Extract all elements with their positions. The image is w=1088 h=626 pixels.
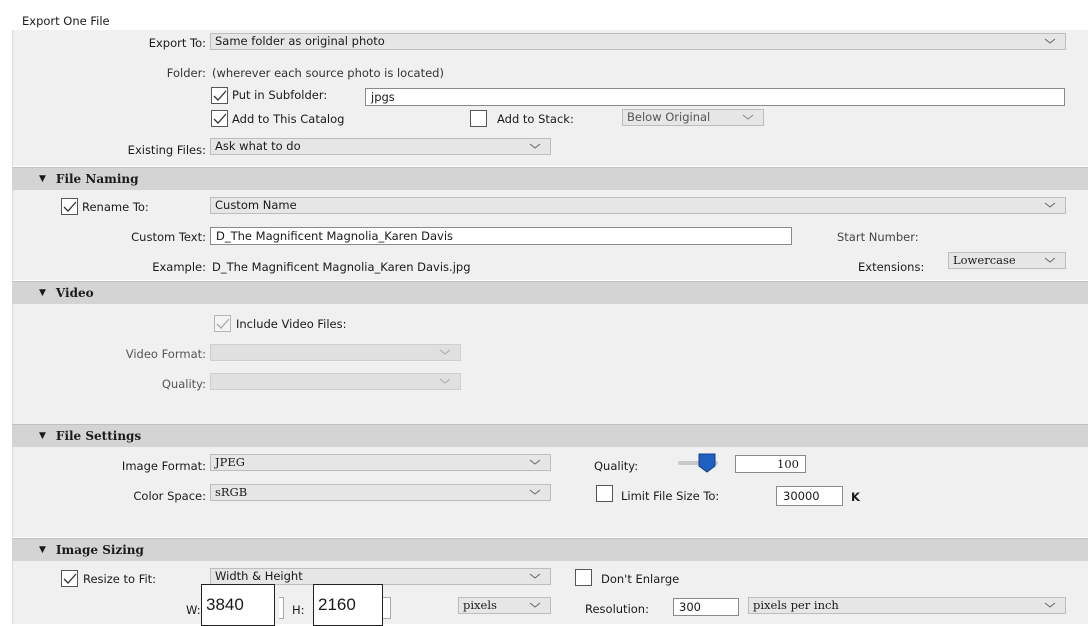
- size-units-value: pixels: [463, 598, 497, 612]
- image-format-value: JPEG: [215, 455, 245, 469]
- dialog-title: Export One File: [22, 14, 110, 28]
- chevron-down-icon: [528, 487, 542, 497]
- folder-path: (wherever each source photo is located): [212, 66, 444, 80]
- limit-size-input[interactable]: 30000: [776, 486, 843, 506]
- export-to-value: Same folder as original photo: [215, 34, 385, 48]
- extensions-label: Extensions:: [858, 260, 925, 274]
- video-header[interactable]: ▼ Video: [12, 281, 1088, 304]
- custom-text-input[interactable]: D_The Magnificent Magnolia_Karen Davis: [210, 227, 792, 245]
- video-format-select[interactable]: [210, 344, 461, 361]
- collapse-triangle-icon: ▼: [39, 288, 46, 298]
- color-space-select[interactable]: sRGB: [210, 484, 551, 501]
- quality-label: Quality:: [594, 459, 639, 473]
- limit-size-unit: K: [851, 490, 860, 504]
- size-units-select[interactable]: pixels: [458, 597, 551, 614]
- collapse-triangle-icon: ▼: [39, 174, 46, 184]
- file-settings-title: File Settings: [55, 429, 142, 443]
- image-sizing-title: Image Sizing: [55, 543, 144, 557]
- example-label: Example:: [152, 260, 206, 274]
- image-format-select[interactable]: JPEG: [210, 454, 551, 471]
- stack-position-select[interactable]: Below Original: [622, 109, 764, 126]
- checkmark-icon: [216, 318, 230, 329]
- video-quality-label: Quality:: [161, 377, 206, 391]
- width-input[interactable]: 3840: [201, 584, 275, 626]
- existing-files-value: Ask what to do: [215, 139, 301, 153]
- limit-size-label: Limit File Size To:: [621, 489, 720, 503]
- existing-files-label: Existing Files:: [127, 143, 206, 157]
- add-catalog-checkbox[interactable]: [211, 110, 228, 127]
- file-naming-title: File Naming: [55, 172, 139, 186]
- example-filename: D_The Magnificent Magnolia_Karen Davis.j…: [212, 260, 471, 274]
- add-stack-checkbox[interactable]: [470, 110, 487, 127]
- add-stack-label: Add to Stack:: [497, 112, 574, 126]
- video-title: Video: [55, 286, 94, 300]
- checkmark-icon: [213, 113, 227, 124]
- resolution-label: Resolution:: [585, 602, 649, 616]
- stack-position-value: Below Original: [627, 110, 711, 124]
- chevron-down-icon: [528, 600, 542, 610]
- include-video-label: Include Video Files:: [236, 317, 347, 331]
- subfolder-checkbox[interactable]: [211, 87, 228, 104]
- existing-files-select[interactable]: Ask what to do: [210, 138, 551, 155]
- subfolder-input[interactable]: jpgs: [365, 88, 1065, 106]
- width-field-edge: [279, 597, 284, 619]
- quality-slider-thumb[interactable]: [698, 453, 716, 476]
- resize-label: Resize to Fit:: [83, 572, 157, 586]
- width-label: W:: [186, 603, 201, 617]
- export-to-select[interactable]: Same folder as original photo: [210, 33, 1066, 50]
- chevron-down-icon: [438, 347, 452, 357]
- color-space-value: sRGB: [215, 485, 248, 499]
- chevron-down-icon: [528, 571, 542, 581]
- chevron-down-icon: [438, 376, 452, 386]
- file-settings-header[interactable]: ▼ File Settings: [12, 424, 1088, 447]
- quality-input[interactable]: 100: [735, 455, 806, 473]
- collapse-triangle-icon: ▼: [39, 545, 46, 555]
- resolution-units-select[interactable]: pixels per inch: [748, 597, 1066, 614]
- chevron-down-icon: [528, 141, 542, 151]
- custom-text-label: Custom Text:: [131, 230, 206, 244]
- resize-mode-select[interactable]: Width & Height: [210, 568, 551, 585]
- folder-label: Folder:: [166, 66, 206, 80]
- resolution-input[interactable]: 300: [673, 598, 739, 616]
- checkmark-icon: [63, 573, 77, 584]
- add-catalog-label: Add to This Catalog: [232, 112, 345, 126]
- image-format-label: Image Format:: [121, 459, 206, 473]
- video-quality-select[interactable]: [210, 373, 461, 390]
- export-to-label: Export To:: [148, 36, 206, 50]
- include-video-checkbox[interactable]: [214, 315, 231, 332]
- dont-enlarge-label: Don't Enlarge: [601, 572, 680, 586]
- chevron-down-icon: [1043, 200, 1057, 210]
- start-number-label: Start Number:: [837, 230, 919, 244]
- subfolder-label: Put in Subfolder:: [232, 88, 328, 102]
- dont-enlarge-checkbox[interactable]: [575, 569, 592, 586]
- resize-mode-value: Width & Height: [215, 569, 303, 583]
- limit-size-checkbox[interactable]: [596, 485, 613, 502]
- rename-label: Rename To:: [82, 200, 149, 214]
- chevron-down-icon: [1043, 255, 1057, 265]
- extensions-select[interactable]: Lowercase: [948, 252, 1066, 269]
- rename-template-select[interactable]: Custom Name: [210, 197, 1066, 214]
- checkmark-icon: [63, 201, 77, 212]
- height-input[interactable]: 2160: [313, 584, 383, 626]
- chevron-down-icon: [528, 457, 542, 467]
- file-naming-header[interactable]: ▼ File Naming: [12, 167, 1088, 190]
- collapse-triangle-icon: ▼: [39, 431, 46, 441]
- extensions-value: Lowercase: [953, 253, 1016, 267]
- checkmark-icon: [213, 90, 227, 101]
- video-format-label: Video Format:: [125, 347, 206, 361]
- chevron-down-icon: [1043, 36, 1057, 46]
- resolution-units-value: pixels per inch: [753, 598, 839, 612]
- image-sizing-header[interactable]: ▼ Image Sizing: [12, 538, 1088, 561]
- resize-checkbox[interactable]: [61, 570, 78, 587]
- rename-template-value: Custom Name: [215, 198, 297, 212]
- rename-checkbox[interactable]: [61, 198, 78, 215]
- chevron-down-icon: [741, 112, 755, 122]
- color-space-label: Color Space:: [133, 489, 206, 503]
- chevron-down-icon: [1043, 600, 1057, 610]
- height-field-edge: [383, 597, 391, 619]
- video-panel: [12, 304, 1088, 424]
- height-label: H:: [292, 603, 305, 617]
